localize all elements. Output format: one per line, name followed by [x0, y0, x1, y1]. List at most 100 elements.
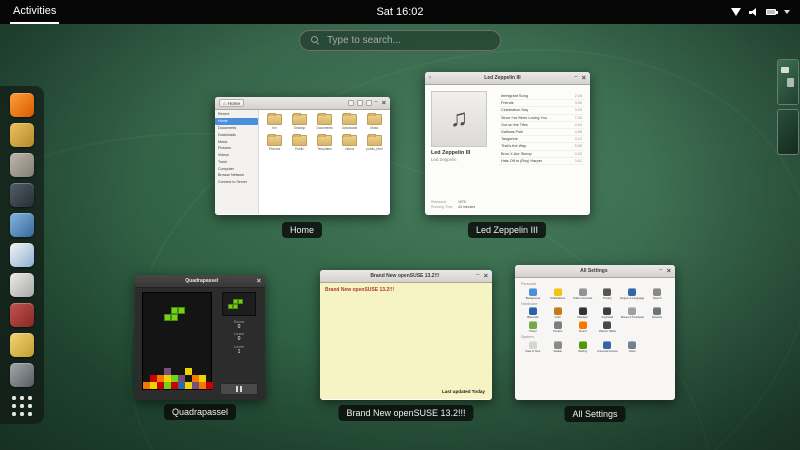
- sidebar-item[interactable]: Trash: [215, 158, 258, 165]
- album-info-row: Released 1970: [431, 200, 493, 204]
- window-note[interactable]: Brand New openSUSE 13.2!!! − × Brand New…: [320, 270, 492, 400]
- track-row[interactable]: Gallows Pole 4:58: [499, 129, 584, 136]
- track-row[interactable]: Tangerine 3:12: [499, 136, 584, 143]
- settings-item[interactable]: Keyboard: [596, 307, 620, 319]
- folder-item[interactable]: Templates: [317, 135, 332, 151]
- settings-item[interactable]: Online Accounts: [571, 288, 595, 300]
- track-row[interactable]: Immigrant Song 2:26: [499, 93, 584, 100]
- sidebar-item[interactable]: Videos: [215, 152, 258, 159]
- settings-item[interactable]: Sharing: [571, 341, 595, 353]
- minimize-icon[interactable]: −: [374, 100, 378, 107]
- minimize-icon[interactable]: −: [574, 75, 578, 82]
- folder-name: Videos: [345, 147, 355, 151]
- block-cell: [164, 375, 171, 382]
- sidebar-item[interactable]: Recent: [215, 111, 258, 118]
- track-row[interactable]: Since I've Been Loving You 7:25: [499, 115, 584, 122]
- folder-item[interactable]: Desktop: [292, 114, 307, 130]
- menu-button[interactable]: [366, 100, 372, 106]
- minimize-icon[interactable]: −: [659, 268, 663, 275]
- utilities-icon[interactable]: [10, 363, 34, 387]
- videos-icon[interactable]: [10, 183, 34, 207]
- close-icon[interactable]: ×: [382, 99, 386, 107]
- back-icon[interactable]: ‹: [429, 75, 431, 82]
- folder-item[interactable]: public_html: [366, 135, 382, 151]
- firefox-icon[interactable]: [10, 93, 34, 117]
- settings-item[interactable]: Privacy: [596, 288, 620, 300]
- search-button[interactable]: [348, 100, 354, 106]
- clock[interactable]: Sat 16:02: [376, 6, 423, 18]
- settings-item[interactable]: Network: [645, 307, 669, 319]
- track-row[interactable]: That's the Way 5:38: [499, 143, 584, 150]
- settings-item[interactable]: Details: [546, 341, 570, 353]
- close-icon[interactable]: ×: [582, 74, 586, 82]
- window-quadrapassel[interactable]: Quadrapassel × Score: [135, 275, 265, 400]
- settings-item[interactable]: Bluetooth: [521, 307, 545, 319]
- activities-button[interactable]: Activities: [10, 0, 59, 24]
- settings-item[interactable]: Search: [645, 288, 669, 300]
- writer-icon[interactable]: [10, 243, 34, 267]
- evolution-icon[interactable]: [10, 123, 34, 147]
- sidebar-item[interactable]: Home: [215, 118, 258, 125]
- grid-view-button[interactable]: [357, 100, 363, 106]
- sidebar-item[interactable]: Computer: [215, 165, 258, 172]
- settings-item[interactable]: Background: [521, 288, 545, 300]
- software-icon[interactable]: [10, 303, 34, 327]
- settings-item[interactable]: Region & Language: [620, 288, 644, 300]
- archive-manager-icon[interactable]: [10, 333, 34, 357]
- system-status-area[interactable]: [731, 0, 790, 24]
- sidebar-item[interactable]: Music: [215, 138, 258, 145]
- folder-icon: [317, 114, 332, 125]
- folder-item[interactable]: Videos: [342, 135, 357, 151]
- settings-item[interactable]: Notifications: [546, 288, 570, 300]
- path-button-home[interactable]: ⌂ Home: [219, 99, 244, 108]
- sidebar-item[interactable]: Pictures: [215, 145, 258, 152]
- documents-icon[interactable]: [10, 273, 34, 297]
- folder-item[interactable]: Music: [367, 114, 382, 130]
- settings-item[interactable]: Printers: [546, 321, 570, 333]
- folder-item[interactable]: bin: [267, 114, 282, 130]
- close-icon[interactable]: ×: [257, 277, 261, 285]
- close-icon[interactable]: ×: [667, 267, 671, 275]
- folder-name: public_html: [366, 147, 382, 151]
- workspace-thumbnail-2[interactable]: [778, 110, 798, 154]
- search-input[interactable]: Type to search...: [299, 30, 501, 51]
- settings-item[interactable]: Users: [620, 341, 644, 353]
- show-applications-button[interactable]: [10, 394, 34, 418]
- folder-item[interactable]: Documents: [316, 114, 332, 130]
- track-row[interactable]: Bron-Y-Aur Stomp 4:20: [499, 151, 584, 158]
- close-icon[interactable]: ×: [484, 272, 488, 280]
- folder-item[interactable]: Pictures: [267, 135, 282, 151]
- settings-item[interactable]: Sound: [571, 321, 595, 333]
- photos-icon[interactable]: [10, 213, 34, 237]
- sidebar-item[interactable]: Downloads: [215, 131, 258, 138]
- window-music[interactable]: ‹ Led Zeppelin III − × ♫ Led Zeppelin II…: [425, 72, 590, 215]
- track-duration: 3:41: [575, 159, 582, 163]
- settings-item[interactable]: Universal Access: [596, 341, 620, 353]
- folder-item[interactable]: Public: [292, 135, 307, 151]
- settings-item[interactable]: Date & Time: [521, 341, 545, 353]
- track-duration: 5:38: [575, 144, 582, 148]
- settings-item-icon: [653, 288, 661, 296]
- settings-item[interactable]: Power: [521, 321, 545, 333]
- settings-item[interactable]: Mouse & Touchpad: [620, 307, 644, 319]
- top-bar: Activities Sat 16:02: [0, 0, 800, 24]
- settings-item-icon: [554, 321, 562, 329]
- window-settings[interactable]: All Settings − × Personal Background: [515, 265, 675, 400]
- files-icon[interactable]: [10, 153, 34, 177]
- track-row[interactable]: Out on the Tiles 4:04: [499, 122, 584, 129]
- workspace-thumbnail-1[interactable]: [778, 60, 798, 104]
- track-row[interactable]: Hats Off to (Roy) Harper 3:41: [499, 158, 584, 165]
- minimize-icon[interactable]: −: [476, 273, 480, 280]
- sidebar-item[interactable]: Documents: [215, 125, 258, 132]
- settings-item[interactable]: Color: [546, 307, 570, 319]
- sidebar-item[interactable]: Connect to Server: [215, 179, 258, 186]
- track-row[interactable]: Friends 3:55: [499, 100, 584, 107]
- pause-button[interactable]: [220, 383, 258, 395]
- settings-item[interactable]: Displays: [571, 307, 595, 319]
- folder-item[interactable]: Downloads: [342, 114, 358, 130]
- window-files[interactable]: ⌂ Home − × Recent Home Documents Downloa…: [215, 97, 390, 215]
- settings-item[interactable]: Wacom Tablet: [596, 321, 620, 333]
- volume-icon: [749, 8, 758, 17]
- sidebar-item[interactable]: Browse Network: [215, 172, 258, 179]
- track-row[interactable]: Celebration Day 3:29: [499, 107, 584, 114]
